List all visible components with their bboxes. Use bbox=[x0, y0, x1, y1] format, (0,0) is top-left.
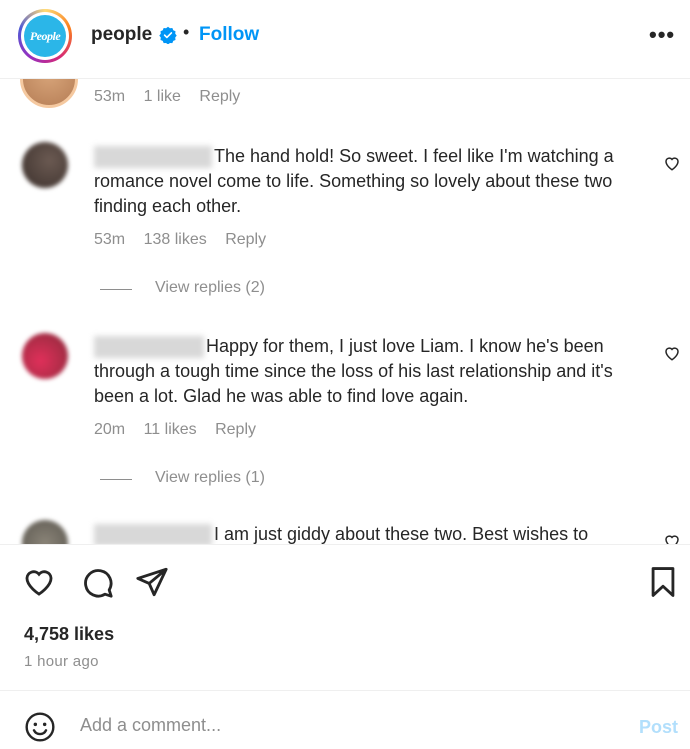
reply-button[interactable]: Reply bbox=[225, 231, 266, 248]
save-bookmark-icon[interactable] bbox=[646, 565, 680, 599]
comment-avatar[interactable] bbox=[22, 333, 68, 379]
comment-body: The hand hold! So sweet. I feel like I'm… bbox=[94, 144, 654, 219]
people-logo: People bbox=[24, 15, 66, 57]
comment-time[interactable]: 53m bbox=[94, 88, 125, 105]
blurred-username[interactable] bbox=[94, 524, 212, 544]
comment-avatar[interactable] bbox=[22, 142, 68, 188]
view-replies-button[interactable]: View replies (2) bbox=[155, 279, 265, 297]
comment-meta: 53m 138 likes Reply bbox=[94, 231, 280, 249]
verified-badge-icon bbox=[159, 26, 177, 44]
comment-text: I am just giddy about these two. Best wi… bbox=[214, 524, 589, 544]
post-header: People people • Follow ••• bbox=[0, 0, 690, 79]
comments-list[interactable]: 53m 1 like Reply The hand hold! So sweet… bbox=[0, 78, 690, 545]
comment-meta: 53m 1 like Reply bbox=[94, 88, 254, 106]
post-time[interactable]: 1 hour ago bbox=[24, 653, 99, 670]
username[interactable]: people bbox=[91, 24, 152, 46]
like-comment-heart-icon[interactable] bbox=[663, 344, 681, 362]
replies-divider bbox=[100, 289, 132, 290]
view-replies-button[interactable]: View replies (1) bbox=[155, 469, 265, 487]
like-heart-icon[interactable] bbox=[22, 565, 56, 599]
more-options-icon[interactable]: ••• bbox=[649, 22, 675, 48]
blurred-username[interactable] bbox=[94, 336, 204, 359]
profile-avatar[interactable]: People bbox=[18, 9, 72, 63]
likes-count[interactable]: 4,758 likes bbox=[24, 624, 114, 645]
comment-likes[interactable]: 138 likes bbox=[144, 231, 207, 248]
reply-button[interactable]: Reply bbox=[215, 421, 256, 438]
share-paper-plane-icon[interactable] bbox=[135, 565, 169, 599]
comment-body: Happy for them, I just love Liam. I know… bbox=[94, 334, 654, 409]
separator-dot: • bbox=[183, 22, 190, 42]
comment-avatar[interactable] bbox=[22, 520, 68, 544]
comment-body: I am just giddy about these two. Best wi… bbox=[94, 522, 654, 544]
follow-button[interactable]: Follow bbox=[199, 24, 259, 46]
post-comment-button[interactable]: Post bbox=[639, 717, 678, 738]
post-actions bbox=[0, 560, 690, 604]
like-comment-heart-icon[interactable] bbox=[663, 532, 681, 545]
add-comment-input[interactable] bbox=[80, 715, 620, 736]
like-comment-heart-icon[interactable] bbox=[663, 154, 681, 172]
comment-time[interactable]: 53m bbox=[94, 231, 125, 248]
add-comment-bar: Post bbox=[0, 690, 690, 749]
comment-meta: 20m 11 likes Reply bbox=[94, 421, 270, 439]
emoji-icon[interactable] bbox=[24, 711, 56, 743]
comment-likes[interactable]: 11 likes bbox=[144, 421, 197, 438]
reply-button[interactable]: Reply bbox=[199, 88, 240, 105]
comment-avatar[interactable] bbox=[20, 78, 78, 108]
replies-divider bbox=[100, 479, 132, 480]
comment-bubble-icon[interactable] bbox=[80, 565, 114, 599]
comment-time[interactable]: 20m bbox=[94, 421, 125, 438]
comment-likes[interactable]: 1 like bbox=[144, 88, 181, 105]
blurred-username[interactable] bbox=[94, 146, 212, 169]
